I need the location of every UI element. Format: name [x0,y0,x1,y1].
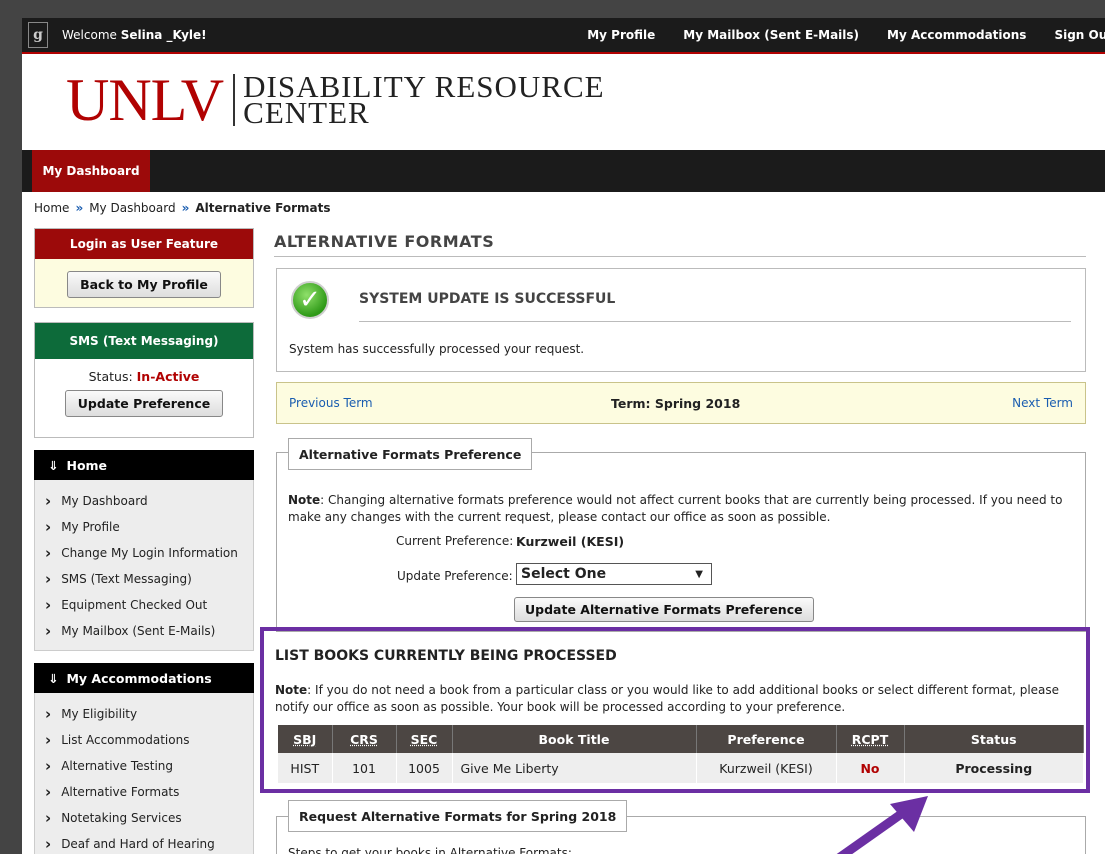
update-formats-preference-button[interactable]: Update Alternative Formats Preference [514,597,814,622]
home-nav-list: My Dashboard My Profile Change My Login … [34,480,254,651]
back-to-profile-button[interactable]: Back to My Profile [67,271,221,298]
user-name: Selina _Kyle! [120,28,207,42]
double-chevron-icon: ⇓ [48,670,59,686]
current-term: Term: Spring 2018 [611,395,741,411]
accommodations-section: ⇓ My Accommodations My Eligibility List A… [34,663,254,854]
sidebar-item-change-login[interactable]: Change My Login Information [35,540,253,566]
app-logo-icon: g [28,22,48,48]
preference-select-value: Select One [521,566,607,582]
sidebar-item-sms[interactable]: SMS (Text Messaging) [35,566,253,592]
success-message: System has successfully processed your r… [289,342,585,356]
home-section-title: Home [66,457,108,473]
sidebar: Login as User Feature Back to My Profile… [34,228,254,854]
success-heading: SYSTEM UPDATE IS SUCCESSFUL [359,291,616,307]
sms-status-value: In-Active [136,369,200,384]
current-preference-label: Current Preference: [396,534,514,548]
accommodations-section-header[interactable]: ⇓ My Accommodations [34,663,254,693]
sidebar-item-eligibility[interactable]: My Eligibility [35,701,253,727]
request-legend: Request Alternative Formats for Spring 2… [288,800,628,832]
sms-box: SMS (Text Messaging) Status: In-Active U… [34,322,254,438]
sidebar-item-equipment[interactable]: Equipment Checked Out [35,592,253,618]
breadcrumb-dashboard[interactable]: My Dashboard [89,201,175,215]
sms-box-title: SMS (Text Messaging) [35,323,253,359]
sidebar-item-alternative-testing[interactable]: Alternative Testing [35,753,253,779]
update-preference-label: Update Preference: [397,569,513,583]
welcome-text: Welcome Selina _Kyle! [62,28,207,42]
top-bar: g Welcome Selina _Kyle! My Profile My Ma… [22,18,1105,52]
request-intro: Steps to get your books in Alternative F… [288,846,572,854]
welcome-prefix: Welcome [62,28,121,42]
highlight-box [260,627,1090,793]
update-preference-button[interactable]: Update Preference [64,390,224,417]
login-as-user-box: Login as User Feature Back to My Profile [34,228,254,308]
logo-text: UNLV [66,67,224,133]
sidebar-item-mailbox[interactable]: My Mailbox (Sent E-Mails) [35,618,253,644]
breadcrumb-chevron-icon: » [75,201,84,215]
sidebar-item-notetaking[interactable]: Notetaking Services [35,805,253,831]
sidebar-item-deaf-hard-of-hearing[interactable]: Deaf and Hard of Hearing [35,831,253,854]
site-title: DISABILITY RESOURCE CENTER [243,71,604,128]
unlv-logo[interactable]: UNLV DISABILITY RESOURCE CENTER [66,70,605,130]
home-section-header[interactable]: ⇓ Home [34,450,254,480]
top-link-accommodations[interactable]: My Accommodations [887,28,1026,42]
title-divider [274,256,1086,257]
preference-note-text: : Changing alternative formats preferenc… [288,493,1063,524]
sidebar-item-my-profile[interactable]: My Profile [35,514,253,540]
double-chevron-icon: ⇓ [48,457,59,473]
top-link-my-profile[interactable]: My Profile [587,28,655,42]
breadcrumb-chevron-icon: » [181,201,190,215]
chevron-down-icon: ▼ [695,568,703,580]
browser-frame: g Welcome Selina _Kyle! My Profile My Ma… [22,18,1105,854]
sidebar-item-alternative-formats[interactable]: Alternative Formats [35,779,253,805]
tab-my-dashboard[interactable]: My Dashboard [32,150,150,192]
check-icon: ✓ [291,281,329,319]
home-section: ⇓ Home My Dashboard My Profile Change My … [34,450,254,651]
accommodations-nav-list: My Eligibility List Accommodations Alter… [34,693,254,854]
success-divider [359,321,1071,322]
breadcrumb-home[interactable]: Home [34,201,69,215]
sms-status-label: Status: [88,369,133,384]
next-term-link[interactable]: Next Term [1012,396,1073,410]
sidebar-item-list-accommodations[interactable]: List Accommodations [35,727,253,753]
top-link-sign-out[interactable]: Sign Out [1054,28,1105,42]
main-nav: My Dashboard [22,150,1105,192]
preference-note: Note: Changing alternative formats prefe… [288,492,1078,526]
preference-legend: Alternative Formats Preference [288,438,533,470]
preference-note-label: Note [288,493,321,507]
sms-status: Status: In-Active [35,359,253,384]
logo-separator [233,74,236,126]
top-nav: My Profile My Mailbox (Sent E-Mails) My … [559,18,1105,52]
term-bar: Previous Term Term: Spring 2018 Next Ter… [276,382,1086,424]
annotation-arrow-icon [836,796,928,854]
top-link-mailbox[interactable]: My Mailbox (Sent E-Mails) [683,28,859,42]
preference-select[interactable]: Select One ▼ [516,563,712,585]
previous-term-link[interactable]: Previous Term [289,396,373,410]
breadcrumb: Home » My Dashboard » Alternative Formats [34,201,331,215]
current-preference-value: Kurzweil (KESI) [516,534,625,549]
site-title-line2: CENTER [243,95,370,130]
page-title: ALTERNATIVE FORMATS [274,232,495,251]
breadcrumb-current: Alternative Formats [195,201,331,215]
accommodations-section-title: My Accommodations [66,670,212,686]
login-box-title: Login as User Feature [35,229,253,259]
success-panel: ✓ SYSTEM UPDATE IS SUCCESSFUL System has… [276,268,1086,372]
sidebar-item-my-dashboard[interactable]: My Dashboard [35,488,253,514]
site-header: UNLV DISABILITY RESOURCE CENTER [22,54,1105,150]
